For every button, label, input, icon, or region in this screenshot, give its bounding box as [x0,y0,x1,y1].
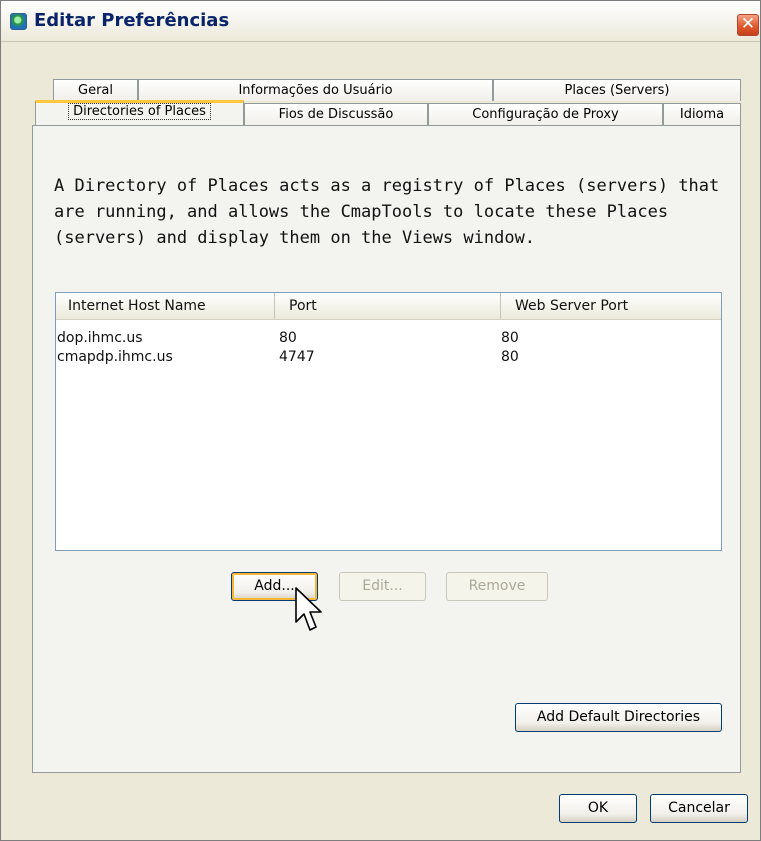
tab-label: Idioma [679,107,725,122]
table-header: Internet Host Name Port Web Server Port [56,293,721,320]
close-icon: ✕ [740,14,756,34]
tab-label: Fios de Discussão [278,107,394,122]
tab-informacoes-do-usuario[interactable]: Informações do Usuário [138,79,493,101]
cell-port: 4747 [279,349,315,365]
dialog-title: Editar Preferências [34,10,230,31]
add-default-directories-button[interactable]: Add Default Directories [515,703,722,732]
column-header-web-port[interactable]: Web Server Port [501,293,721,319]
table-row[interactable]: cmapdp.ihmc.us 4747 80 [56,348,721,367]
cancel-button[interactable]: Cancelar [650,794,748,823]
cell-web-port: 80 [501,349,519,365]
tab-directories-of-places[interactable]: Directories of Places [35,100,244,125]
tab-label: Informações do Usuário [238,83,393,98]
tab-label: Geral [78,83,113,98]
mouse-pointer-icon [295,587,322,631]
cell-web-port: 80 [501,330,519,346]
directories-table[interactable]: Internet Host Name Port Web Server Port … [55,292,722,551]
app-icon [10,13,27,30]
column-header-port[interactable]: Port [275,293,501,319]
cell-port: 80 [279,330,297,346]
close-button[interactable]: ✕ [737,14,759,36]
tab-fios-de-discussao[interactable]: Fios de Discussão [244,103,428,125]
tab-label: Places (Servers) [564,83,670,98]
tab-places-servers[interactable]: Places (Servers) [493,79,741,101]
cell-host: dop.ihmc.us [57,330,143,346]
tab-geral[interactable]: Geral [53,79,138,101]
table-row[interactable]: dop.ihmc.us 80 80 [56,329,721,348]
cell-host: cmapdp.ihmc.us [57,349,173,365]
tab-label: Configuração de Proxy [472,107,619,122]
title-bar[interactable]: Editar Preferências ✕ [1,1,760,42]
tab-configuracao-de-proxy[interactable]: Configuração de Proxy [428,103,663,125]
remove-button[interactable]: Remove [446,572,548,601]
ok-button[interactable]: OK [559,794,637,823]
tab-label: Directories of Places [68,103,211,120]
column-header-host[interactable]: Internet Host Name [56,293,275,319]
preferences-dialog: Editar Preferências ✕ Geral Informações … [0,0,761,841]
directory-description: A Directory of Places acts as a registry… [54,176,720,248]
edit-button[interactable]: Edit... [339,572,426,601]
tab-idioma[interactable]: Idioma [663,103,741,125]
